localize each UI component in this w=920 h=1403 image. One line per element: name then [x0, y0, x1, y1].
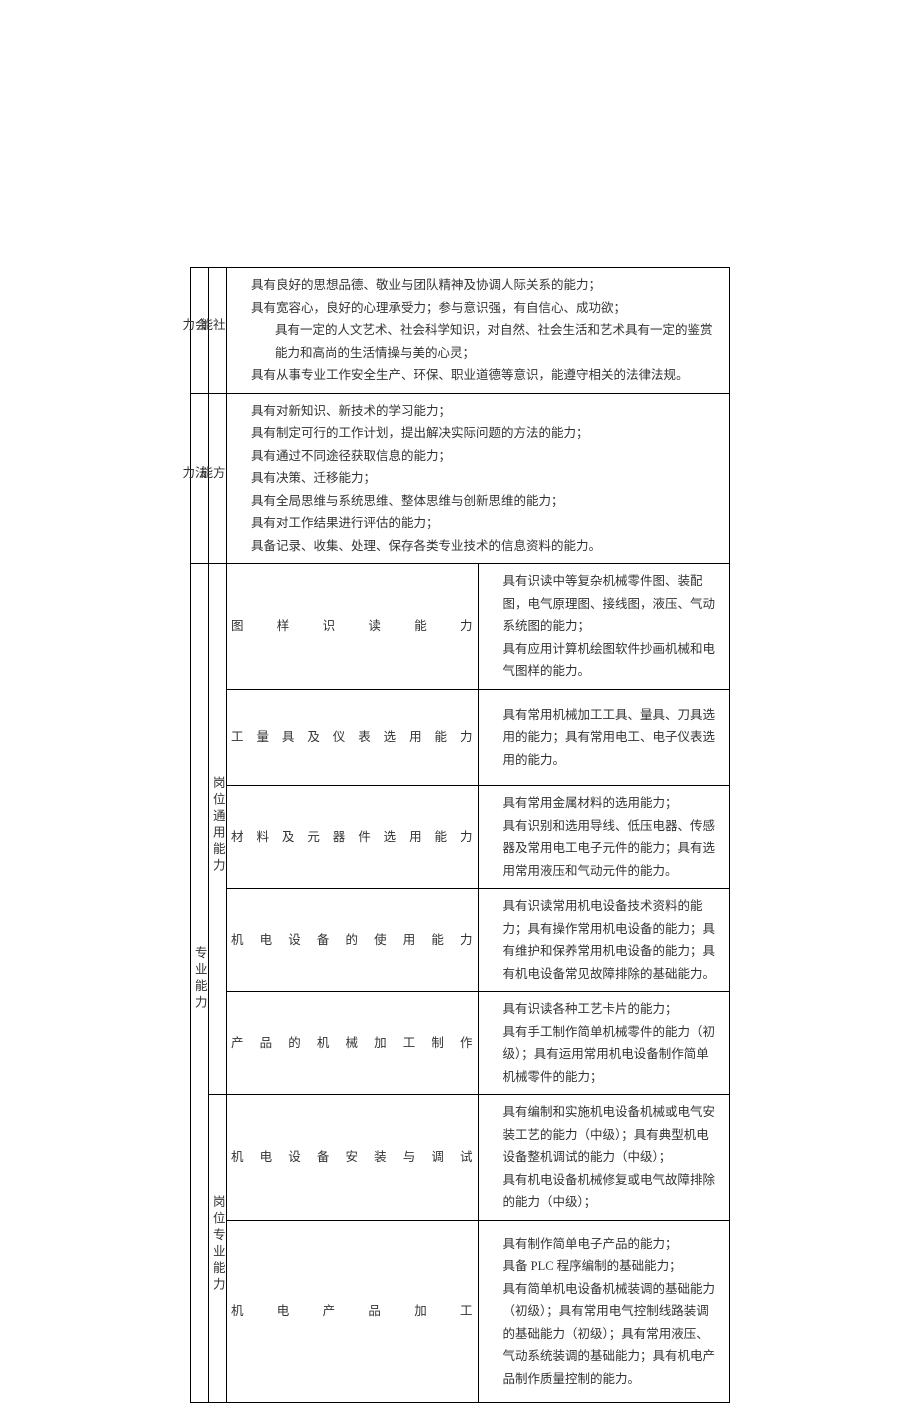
row-s2: 机电产品加工 具有制作简单电子产品的能力； 具备 PLC 程序编制的基础能力； … — [191, 1220, 730, 1403]
t: 力 — [181, 466, 194, 483]
mid-s2: 机电产品加工 — [227, 1220, 479, 1403]
col-social-right: 社 能 — [209, 268, 227, 394]
line: 具有决策、迁移能力； — [251, 467, 721, 490]
line: 具有良好的思想品德、敬业与团队精神及协调人际关系的能力； — [251, 274, 721, 297]
line: 具有简单机电设备机械装调的基础能力（初级）；具有常用电气控制线路装调的基础能力（… — [503, 1278, 722, 1391]
line: 具有常用机械加工工具、量具、刀具选用的能力；具有常用电工、电子仪表选用的能力。 — [503, 704, 722, 772]
mid-g2: 工量具及仪表选用能力 — [227, 689, 479, 786]
cell-s2: 具有制作简单电子产品的能力； 具备 PLC 程序编制的基础能力； 具有简单机电设… — [478, 1220, 730, 1403]
line: 具有手工制作简单机械零件的能力（初级）；具有运用常用机电设备制作简单机械零件的能… — [503, 1021, 722, 1089]
row-g2: 工量具及仪表选用能力 具有常用机械加工工具、量具、刀具选用的能力；具有常用电工、… — [191, 689, 730, 786]
line: 具有识读各种工艺卡片的能力； — [503, 998, 722, 1021]
line: 具有制定可行的工作计划，提出解决实际问题的方法的能力； — [251, 422, 721, 445]
label-general: 岗位通用能力 — [211, 776, 224, 875]
row-g3: 材料及元器件选用能力 具有常用金属材料的选用能力； 具有识别和选用导线、低压电器… — [191, 786, 730, 889]
row-g4: 机电设备的使用能力 具有识读常用机电设备技术资料的能力；具有操作常用机电设备的能… — [191, 889, 730, 992]
line: 具有识别和选用导线、低压电器、传感器及常用电工电子元件的能力；具有选用常用液压和… — [503, 815, 722, 883]
mid-g3: 材料及元器件选用能力 — [227, 786, 479, 889]
row-g1: 专业能力 岗位通用能力 图样识读能力 具有识读中等复杂机械零件图、装配图，电气原… — [191, 564, 730, 690]
capability-table: 会 力 社 能 具有良好的思想品德、敬业与团队精神及协调人际关系的能力； 具有宽… — [190, 267, 730, 1403]
col-pro: 专业能力 — [191, 564, 209, 1403]
line: 具备 PLC 程序编制的基础能力； — [503, 1255, 722, 1278]
line: 具有一定的人文艺术、社会科学知识，对自然、社会生活和艺术具有一定的鉴赏能力和高尚… — [251, 323, 713, 360]
line: 具有应用计算机绘图软件抄画机械和电气图样的能力。 — [503, 638, 722, 683]
mid-g5: 产品的机械加工制作 — [227, 992, 479, 1095]
col-specific: 岗位专业能力 — [209, 1095, 227, 1403]
col-general: 岗位通用能力 — [209, 564, 227, 1095]
line: 具有通过不同途径获取信息的能力； — [251, 445, 721, 468]
line: 具有识读常用机电设备技术资料的能力；具有操作常用机电设备的能力；具有维护和保养常… — [503, 895, 722, 985]
cell-g2: 具有常用机械加工工具、量具、刀具选用的能力；具有常用电工、电子仪表选用的能力。 — [478, 689, 730, 786]
line: 具有全局思维与系统思维、整体思维与创新思维的能力； — [251, 490, 721, 513]
t: 力 — [181, 318, 194, 335]
cell-s1: 具有编制和实施机电设备机械或电气安装工艺的能力（中级）；具有典型机电设备整机调试… — [478, 1095, 730, 1221]
line: 具有常用金属材料的选用能力； — [503, 792, 722, 815]
cell-social-content: 具有良好的思想品德、敬业与团队精神及协调人际关系的能力； 具有宽容心，良好的心理… — [227, 268, 730, 394]
mid-g4: 机电设备的使用能力 — [227, 889, 479, 992]
mid-g1: 图样识读能力 — [227, 564, 479, 690]
cell-g3: 具有常用金属材料的选用能力； 具有识别和选用导线、低压电器、传感器及常用电工电子… — [478, 786, 730, 889]
line: 具有从事专业工作安全生产、环保、职业道德等意识，能遵守相关的法律法规。 — [251, 364, 721, 387]
row-g5: 产品的机械加工制作 具有识读各种工艺卡片的能力； 具有手工制作简单机械零件的能力… — [191, 992, 730, 1095]
label-pro: 专业能力 — [193, 946, 206, 1012]
line: 具有对工作结果进行评估的能力； — [251, 512, 721, 535]
line: 具有机电设备机械修复或电气故障排除的能力（中级）； — [503, 1169, 722, 1214]
line: 具备记录、收集、处理、保存各类专业技术的信息资料的能力。 — [251, 535, 721, 558]
t: 方 — [211, 466, 224, 483]
cell-g4: 具有识读常用机电设备技术资料的能力；具有操作常用机电设备的能力；具有维护和保养常… — [478, 889, 730, 992]
t: 能 — [199, 318, 212, 335]
line: 具有制作简单电子产品的能力； — [503, 1233, 722, 1256]
label-specific: 岗位专业能力 — [211, 1195, 224, 1294]
mid-s1: 机电设备安装与调试 — [227, 1095, 479, 1221]
document-page: 会 力 社 能 具有良好的思想品德、敬业与团队精神及协调人际关系的能力； 具有宽… — [0, 0, 920, 1403]
cell-g1: 具有识读中等复杂机械零件图、装配图，电气原理图、接线图，液压、气动系统图的能力；… — [478, 564, 730, 690]
col-method-right: 方 能 — [209, 393, 227, 564]
t: 能 — [199, 466, 212, 483]
t: 社 — [211, 318, 224, 335]
line: 具有编制和实施机电设备机械或电气安装工艺的能力（中级）；具有典型机电设备整机调试… — [503, 1101, 722, 1169]
row-social: 会 力 社 能 具有良好的思想品德、敬业与团队精神及协调人际关系的能力； 具有宽… — [191, 268, 730, 394]
line: 具有识读中等复杂机械零件图、装配图，电气原理图、接线图，液压、气动系统图的能力； — [503, 570, 722, 638]
row-s1: 岗位专业能力 机电设备安装与调试 具有编制和实施机电设备机械或电气安装工艺的能力… — [191, 1095, 730, 1221]
cell-method-content: 具有对新知识、新技术的学习能力； 具有制定可行的工作计划，提出解决实际问题的方法… — [227, 393, 730, 564]
line: 具有宽容心，良好的心理承受力；参与意识强，有自信心、成功欲； — [251, 297, 721, 320]
line: 具有对新知识、新技术的学习能力； — [251, 400, 721, 423]
cell-g5: 具有识读各种工艺卡片的能力； 具有手工制作简单机械零件的能力（初级）；具有运用常… — [478, 992, 730, 1095]
row-method: 法 力 方 能 具有对新知识、新技术的学习能力； 具有制定可行的工作计划，提出解… — [191, 393, 730, 564]
